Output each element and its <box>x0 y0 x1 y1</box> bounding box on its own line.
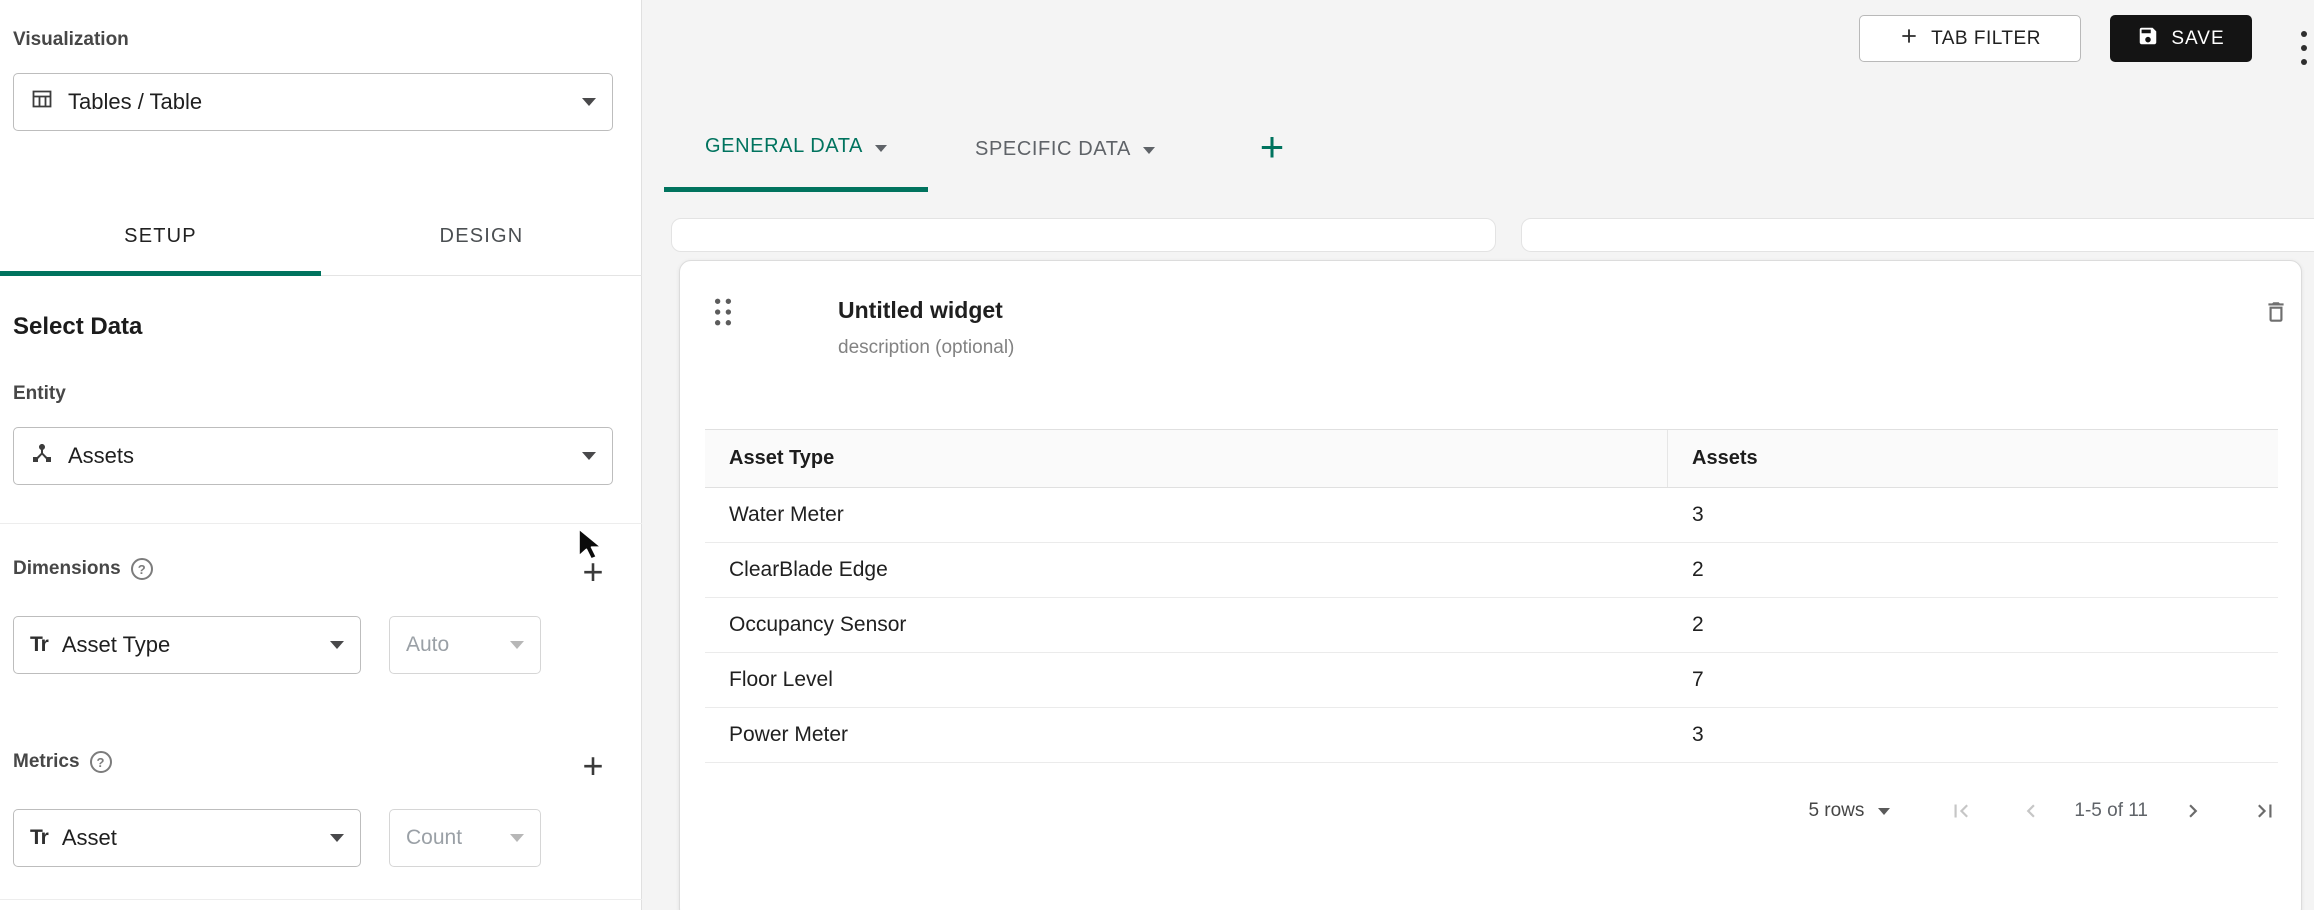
column-header-asset-type: Asset Type <box>705 430 1668 487</box>
table-row: Power Meter 3 <box>705 708 2278 763</box>
chevron-down-icon <box>582 98 596 106</box>
pagination-range-label: 1-5 of 11 <box>2074 800 2148 821</box>
more-options-icon[interactable] <box>2294 24 2314 72</box>
collapsed-card <box>671 218 1496 252</box>
save-button[interactable]: SAVE <box>2110 15 2252 62</box>
dimensions-label: Dimensions <box>13 558 121 579</box>
widget-card: Untitled widget description (optional) A… <box>679 260 2302 910</box>
text-type-icon: Tr <box>30 633 49 656</box>
table-row: Floor Level 7 <box>705 653 2278 708</box>
metric-aggregation-value: Count <box>406 826 463 849</box>
rows-per-page-select[interactable]: 5 rows <box>1808 800 1891 822</box>
chevron-down-icon <box>582 452 596 460</box>
cell-asset-type: Occupancy Sensor <box>729 613 907 636</box>
tab-design[interactable]: DESIGN <box>321 198 642 275</box>
entity-value: Assets <box>68 443 135 468</box>
help-icon[interactable]: ? <box>89 751 112 773</box>
plus-icon <box>1899 26 1919 52</box>
dimension-mode-select[interactable]: Auto <box>389 616 541 674</box>
cell-asset-type: Water Meter <box>729 503 844 526</box>
help-icon[interactable]: ? <box>130 558 153 580</box>
dashboard-builder: Visualization Tables / Table SETUP DESIG… <box>0 0 2314 910</box>
metrics-label: Metrics <box>13 751 80 772</box>
drag-handle-icon[interactable] <box>712 297 734 332</box>
dimensions-header: Dimensions ? <box>13 558 153 580</box>
cell-assets: 3 <box>1692 503 1704 526</box>
save-icon <box>2137 25 2159 53</box>
table-icon <box>30 87 54 117</box>
table-pagination: 5 rows 1-5 of 11 <box>705 784 2278 838</box>
assets-icon <box>30 441 54 471</box>
table-row: ClearBlade Edge 2 <box>705 543 2278 598</box>
cell-assets: 2 <box>1692 613 1704 636</box>
column-header-assets: Assets <box>1692 447 1758 469</box>
metrics-header: Metrics ? <box>13 751 112 773</box>
tab-general-data[interactable]: GENERAL DATA <box>664 106 928 192</box>
widget-title: Untitled widget <box>838 297 1003 323</box>
metric-field-value: Asset <box>61 825 117 850</box>
chevron-down-icon <box>510 641 524 649</box>
first-page-button <box>1948 798 1974 824</box>
tab-specific-data[interactable]: SPECIFIC DATA <box>935 106 1195 192</box>
entity-select[interactable]: Assets <box>13 427 613 485</box>
metric-field-select[interactable]: Tr Asset <box>13 809 361 867</box>
tab-filter-button[interactable]: TAB FILTER <box>1859 15 2081 62</box>
table-header-row: Asset Type Assets <box>705 429 2278 488</box>
tab-filter-label: TAB FILTER <box>1931 27 2041 49</box>
cell-assets: 7 <box>1692 668 1704 691</box>
rows-per-page-value: 5 rows <box>1808 800 1865 821</box>
visualization-value: Tables / Table <box>68 89 203 114</box>
last-page-button[interactable] <box>2252 798 2278 824</box>
chevron-down-icon <box>874 144 887 152</box>
cell-asset-type: ClearBlade Edge <box>729 558 888 581</box>
sidebar-tabs: SETUP DESIGN <box>0 198 642 276</box>
chevron-down-icon <box>510 834 524 842</box>
add-metric-button[interactable]: + <box>573 746 613 786</box>
entity-label: Entity <box>13 383 66 404</box>
sidebar: Visualization Tables / Table SETUP DESIG… <box>0 0 642 910</box>
cell-assets: 3 <box>1692 723 1704 746</box>
cell-assets: 2 <box>1692 558 1704 581</box>
chevron-down-icon <box>1878 807 1891 815</box>
metric-aggregation-select[interactable]: Count <box>389 809 541 867</box>
chevron-down-icon <box>330 834 344 842</box>
chevron-down-icon <box>330 641 344 649</box>
visualization-label: Visualization <box>13 29 129 50</box>
select-data-title: Select Data <box>13 313 143 340</box>
tab-general-data-label: GENERAL DATA <box>705 135 863 157</box>
chevron-down-icon <box>1142 147 1155 154</box>
delete-widget-button[interactable] <box>2263 299 2289 328</box>
visualization-select[interactable]: Tables / Table <box>13 73 613 131</box>
cell-asset-type: Floor Level <box>729 668 833 691</box>
previous-page-button <box>2018 798 2044 824</box>
dimension-mode-value: Auto <box>406 633 450 656</box>
divider <box>0 523 642 524</box>
dimension-field-value: Asset Type <box>61 632 171 657</box>
tab-setup[interactable]: SETUP <box>0 198 321 276</box>
divider <box>0 899 642 900</box>
widget-description: description (optional) <box>838 337 1015 358</box>
next-page-button[interactable] <box>2180 798 2206 824</box>
save-label: SAVE <box>2171 27 2225 49</box>
cell-asset-type: Power Meter <box>729 723 849 746</box>
add-tab-button[interactable]: + <box>1248 121 1296 173</box>
dimension-field-select[interactable]: Tr Asset Type <box>13 616 361 674</box>
tab-specific-data-label: SPECIFIC DATA <box>975 137 1131 160</box>
table-row: Water Meter 3 <box>705 488 2278 543</box>
widget-table: Asset Type Assets Water Meter 3 ClearBla… <box>705 429 2278 763</box>
collapsed-card <box>1521 218 2314 252</box>
add-dimension-button[interactable]: + <box>573 552 613 592</box>
table-row: Occupancy Sensor 2 <box>705 598 2278 653</box>
text-type-icon: Tr <box>30 826 49 849</box>
